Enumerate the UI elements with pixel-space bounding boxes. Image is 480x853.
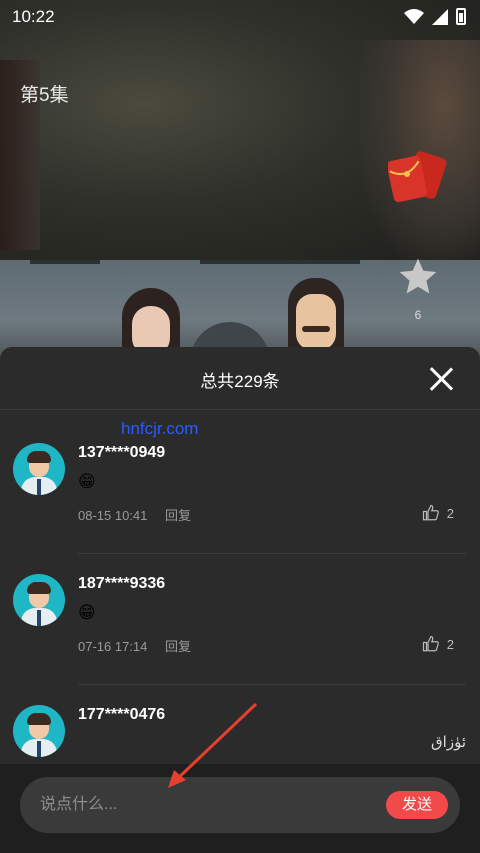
frame-edge xyxy=(30,260,100,264)
video-player-area[interactable] xyxy=(0,0,480,260)
comment-username[interactable]: 187****9336 xyxy=(78,575,165,593)
divider xyxy=(78,684,466,685)
signal-icon xyxy=(432,8,448,25)
favorite-count: 6 xyxy=(414,308,422,322)
comment-meta: 08-15 10:41 回复 xyxy=(78,505,191,524)
comments-header: 总共229条 xyxy=(0,347,480,410)
comment-time: 08-15 10:41 xyxy=(78,508,148,523)
close-icon[interactable] xyxy=(428,366,454,392)
episode-title: 第5集 xyxy=(20,85,69,106)
status-time: 10:22 xyxy=(12,7,55,26)
comment-content: 😁 xyxy=(78,603,96,622)
keyboard-language-label: ئۈزاق xyxy=(431,734,466,751)
red-envelope-icon[interactable] xyxy=(388,150,448,204)
like-button[interactable]: 2 xyxy=(422,635,454,653)
thumbs-up-icon xyxy=(422,504,439,521)
battery-icon xyxy=(456,8,466,25)
status-icons xyxy=(404,8,466,25)
favorite-button[interactable]: 6 xyxy=(396,255,440,322)
status-bar: 10:22 xyxy=(0,0,480,34)
comment-username[interactable]: 177****0476 xyxy=(78,706,165,724)
avatar[interactable] xyxy=(13,705,65,757)
avatar[interactable] xyxy=(13,443,65,495)
comment-input-bar: 发送 xyxy=(0,764,480,853)
comment-meta: 07-16 17:14 回复 xyxy=(78,636,191,655)
star-icon xyxy=(399,258,437,294)
frame-edge xyxy=(200,260,360,264)
wifi-icon xyxy=(404,8,424,24)
thumbs-up-icon xyxy=(422,635,439,652)
avatar[interactable] xyxy=(13,574,65,626)
comment-username[interactable]: 137****0949 xyxy=(78,444,165,462)
watermark-text: hnfcjr.com xyxy=(121,419,199,438)
comment-time: 07-16 17:14 xyxy=(78,639,148,654)
comment-content: 😁 xyxy=(78,472,96,491)
like-button[interactable]: 2 xyxy=(422,504,454,522)
reply-button[interactable]: 回复 xyxy=(165,639,191,654)
reply-button[interactable]: 回复 xyxy=(165,508,191,523)
comment-input[interactable] xyxy=(40,791,370,819)
like-count: 2 xyxy=(446,636,454,652)
like-count: 2 xyxy=(446,505,454,521)
comment-input-container[interactable]: 发送 xyxy=(20,777,460,833)
divider xyxy=(78,553,466,554)
send-button[interactable]: 发送 xyxy=(386,791,448,819)
comments-total: 总共229条 xyxy=(200,372,280,391)
